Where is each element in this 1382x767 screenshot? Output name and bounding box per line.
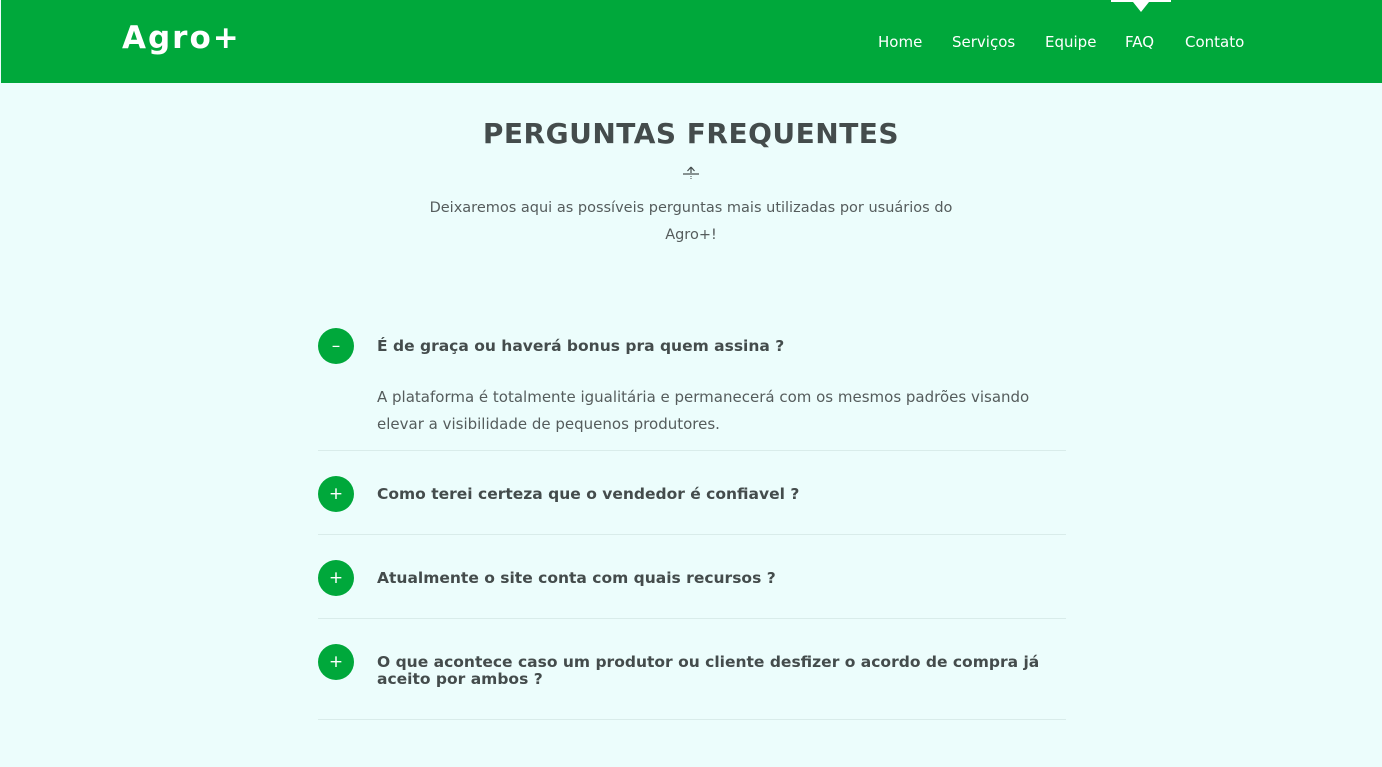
nav-link-faq[interactable]: FAQ <box>1125 33 1154 51</box>
active-nav-indicator <box>1111 0 1171 12</box>
top-navbar: Agro+ Home Serviços Equipe FAQ Contato <box>1 0 1382 83</box>
nav-link-equipe[interactable]: Equipe <box>1045 33 1096 51</box>
section-subtitle: Deixaremos aqui as possíveis perguntas m… <box>429 200 953 243</box>
collapse-icon[interactable]: – <box>318 328 354 364</box>
faq-item: + Atualmente o site conta com quais recu… <box>318 560 1066 619</box>
faq-question[interactable]: Atualmente o site conta com quais recurs… <box>377 570 1057 587</box>
faq-answer: A plataforma é totalmente igualitária e … <box>377 388 1030 433</box>
faq-item: + Como terei certeza que o vendedor é co… <box>318 476 1066 535</box>
nav-link-home[interactable]: Home <box>878 33 922 51</box>
faq-item: – É de graça ou haverá bonus pra quem as… <box>318 328 1066 451</box>
arrow-up-divider-icon <box>681 165 701 181</box>
expand-icon[interactable]: + <box>318 476 354 512</box>
nav-link-contato[interactable]: Contato <box>1185 33 1244 51</box>
page-title: PERGUNTAS FREQUENTES <box>482 117 900 150</box>
brand-logo[interactable]: Agro+ <box>122 20 241 56</box>
expand-icon[interactable]: + <box>318 560 354 596</box>
faq-item: + O que acontece caso um produtor ou cli… <box>318 644 1066 720</box>
nav-link-servicos[interactable]: Serviços <box>952 33 1015 51</box>
expand-icon[interactable]: + <box>318 644 354 680</box>
faq-question[interactable]: O que acontece caso um produtor ou clien… <box>377 654 1057 688</box>
faq-question[interactable]: É de graça ou haverá bonus pra quem assi… <box>377 338 1057 355</box>
faq-question[interactable]: Como terei certeza que o vendedor é conf… <box>377 486 1057 503</box>
